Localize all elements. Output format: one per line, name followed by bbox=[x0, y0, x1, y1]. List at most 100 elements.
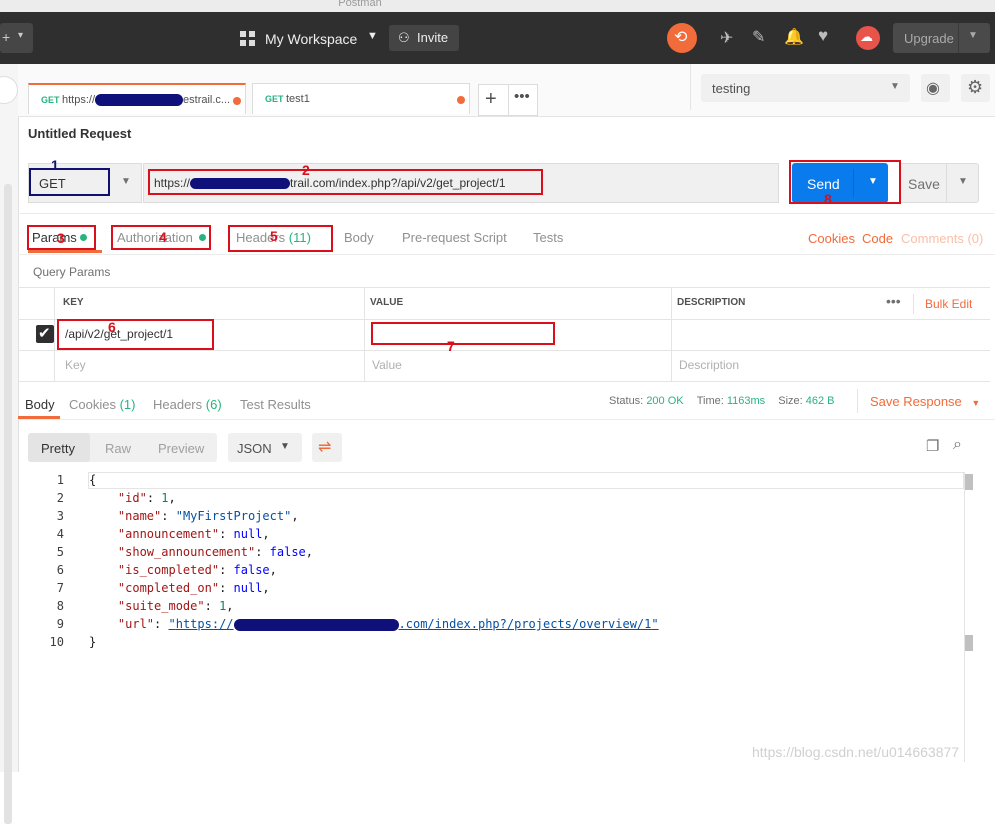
response-tab-cookies[interactable]: Cookies (1) bbox=[69, 397, 135, 412]
tab-method: GET bbox=[265, 94, 284, 104]
active-tab-underline bbox=[28, 250, 102, 253]
scrollbar[interactable] bbox=[4, 184, 12, 824]
new-button[interactable]: + ▾ bbox=[0, 23, 33, 53]
response-tab-headers[interactable]: Headers (6) bbox=[153, 397, 222, 412]
sync-icon: ⟲ bbox=[674, 29, 688, 46]
json-line: "suite_mode": 1, bbox=[117, 599, 234, 613]
environment-settings-button[interactable]: ⚙ bbox=[961, 74, 990, 102]
invite-label: Invite bbox=[417, 30, 449, 45]
tab-tests[interactable]: Tests bbox=[533, 230, 563, 245]
copy-icon[interactable]: ❐ bbox=[926, 437, 939, 455]
caret-down-icon: ▼ bbox=[367, 30, 378, 42]
annotation-label-3: 3 bbox=[57, 230, 65, 246]
param-enabled-checkbox[interactable]: ✔ bbox=[36, 325, 54, 343]
response-tab-body[interactable]: Body bbox=[25, 397, 55, 412]
tab-url: test1 bbox=[286, 93, 310, 105]
annotation-label-7: 7 bbox=[447, 338, 455, 354]
project-url-link[interactable]: "https://.com/index.php?/projects/overvi… bbox=[168, 617, 658, 631]
tab-actions: + ••• bbox=[478, 84, 538, 116]
col-key: KEY bbox=[63, 297, 84, 308]
plus-icon: + bbox=[2, 29, 11, 45]
eye-icon: ◉ bbox=[926, 80, 940, 97]
comments-link[interactable]: Comments (0) bbox=[901, 231, 983, 246]
environment-select[interactable]: testing ▼ bbox=[701, 74, 910, 102]
response-tab-test-results[interactable]: Test Results bbox=[240, 397, 311, 412]
cloud-icon: ☁ bbox=[860, 29, 873, 44]
caret-down-icon: ▼ bbox=[280, 441, 290, 452]
workspace-name: My Workspace bbox=[265, 31, 358, 47]
bell-icon[interactable]: 🔔 bbox=[784, 27, 804, 47]
search-icon[interactable]: ⌕ bbox=[953, 436, 962, 454]
json-line: } bbox=[89, 635, 97, 649]
code-link[interactable]: Code bbox=[862, 231, 893, 246]
col-description: DESCRIPTION bbox=[677, 297, 746, 308]
json-line: "url": "https://.com/index.php?/projects… bbox=[117, 617, 659, 631]
invite-button[interactable]: ⚇ Invite bbox=[389, 25, 459, 51]
unsaved-dot bbox=[457, 96, 465, 104]
scrollbar-thumb[interactable] bbox=[965, 635, 973, 651]
time-value: 1163ms bbox=[726, 395, 766, 407]
view-pretty-button[interactable]: Pretty bbox=[28, 433, 90, 462]
caret-down-icon: ▾ bbox=[18, 30, 24, 41]
json-line: "show_announcement": false, bbox=[117, 545, 313, 559]
wrap-lines-button[interactable]: ⇌ bbox=[312, 433, 342, 462]
scrollbar-thumb[interactable] bbox=[965, 474, 973, 490]
tab-body[interactable]: Body bbox=[344, 230, 374, 245]
avatar[interactable]: ☁ bbox=[856, 26, 880, 50]
json-line: "completed_on": null, bbox=[117, 581, 270, 595]
cookies-link[interactable]: Cookies bbox=[808, 231, 855, 246]
window-title-bar: Postman bbox=[0, 0, 995, 12]
caret-down-icon[interactable]: ▼ bbox=[968, 30, 978, 41]
save-label: Save bbox=[908, 176, 940, 192]
caret-down-icon: ▼ bbox=[121, 176, 131, 187]
new-param-description-input[interactable]: Description bbox=[679, 358, 739, 372]
divider bbox=[18, 419, 995, 420]
request-title[interactable]: Untitled Request bbox=[28, 126, 131, 141]
new-param-value-input[interactable]: Value bbox=[372, 358, 402, 372]
save-response-button[interactable]: Save Response ▼ bbox=[870, 394, 980, 409]
more-icon[interactable]: ••• bbox=[886, 293, 901, 309]
json-line: { bbox=[89, 473, 97, 487]
heart-icon[interactable]: ♥ bbox=[818, 26, 828, 46]
divider bbox=[18, 254, 995, 255]
tab-pre-request-script[interactable]: Pre-request Script bbox=[402, 230, 507, 245]
upgrade-label: Upgrade bbox=[904, 31, 954, 46]
save-button[interactable]: Save ▼ bbox=[899, 163, 979, 203]
environment-quick-look-button[interactable]: ◉ bbox=[921, 74, 950, 102]
wrap-icon: ⇌ bbox=[318, 439, 332, 456]
bulk-edit-link[interactable]: Bulk Edit bbox=[925, 297, 972, 311]
annotation-label-2: 2 bbox=[302, 162, 310, 178]
caret-down-icon[interactable]: ▼ bbox=[958, 176, 968, 187]
request-tab-active[interactable]: GET https://estrail.c... bbox=[28, 83, 246, 114]
satellite-icon[interactable]: ✈ bbox=[720, 28, 733, 48]
format-select[interactable]: JSON ▼ bbox=[228, 433, 302, 462]
wrench-icon[interactable]: ✎ bbox=[752, 27, 765, 47]
json-line: "name": "MyFirstProject", bbox=[117, 509, 299, 523]
tab-method: GET bbox=[41, 95, 60, 105]
watermark: https://blog.csdn.net/u014663877 bbox=[752, 744, 960, 760]
annotation-box-1 bbox=[29, 168, 110, 196]
add-user-icon: ⚇ bbox=[398, 30, 410, 45]
sidebar-toggle[interactable] bbox=[0, 76, 18, 104]
unsaved-dot bbox=[233, 97, 241, 105]
divider bbox=[18, 213, 995, 214]
new-param-key-input[interactable]: Key bbox=[65, 358, 86, 372]
annotation-box-8 bbox=[789, 160, 901, 204]
annotation-label-1: 1 bbox=[51, 157, 59, 173]
json-line: "announcement": null, bbox=[117, 527, 270, 541]
upgrade-button[interactable]: Upgrade ▼ bbox=[893, 23, 990, 53]
sync-button[interactable]: ⟲ bbox=[667, 23, 697, 53]
status-value: 200 OK bbox=[646, 395, 684, 407]
col-value: VALUE bbox=[370, 297, 404, 308]
view-raw-button[interactable]: Raw bbox=[105, 441, 131, 456]
request-tab-test1[interactable]: GET test1 bbox=[252, 83, 470, 114]
caret-down-icon: ▼ bbox=[890, 81, 900, 92]
caret-down-icon: ▼ bbox=[971, 398, 981, 408]
view-mode-group: Pretty Raw Preview bbox=[28, 433, 217, 462]
annotation-label-8: 8 bbox=[824, 191, 832, 207]
new-tab-plus-icon[interactable]: + bbox=[485, 88, 497, 111]
view-preview-button[interactable]: Preview bbox=[158, 441, 204, 456]
size-value: 462 B bbox=[805, 395, 835, 407]
more-icon[interactable]: ••• bbox=[514, 88, 530, 105]
json-line: "is_completed": false, bbox=[117, 563, 277, 577]
